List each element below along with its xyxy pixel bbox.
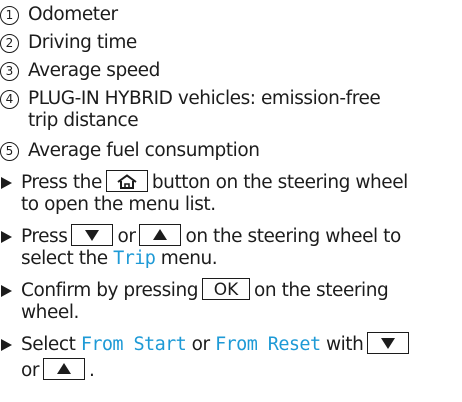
legend-text: Driving time — [28, 32, 137, 53]
step-text: with — [325, 334, 364, 355]
step-text: or — [117, 226, 136, 247]
menu-name-trip: Trip — [113, 248, 156, 269]
ok-button-key: OK — [202, 278, 251, 300]
up-button-key — [43, 358, 86, 380]
step-text: Press — [21, 226, 68, 247]
step-text: menu. — [160, 248, 218, 269]
step-text: or — [191, 334, 210, 355]
number-badge-4: 4 — [0, 90, 19, 109]
down-triangle-icon — [85, 229, 100, 241]
up-triangle-icon — [153, 228, 168, 240]
instruction-page: 1 Odometer 2 Driving time 3 Average spee… — [0, 0, 462, 402]
step-text: Press the — [21, 172, 102, 193]
step-text: Confirm by pressing — [21, 280, 199, 301]
menu-option-from-start: From Start — [80, 334, 187, 355]
home-icon — [117, 173, 137, 189]
legend-text: Average fuel consumption — [28, 140, 260, 161]
legend-text: trip distance — [28, 110, 139, 131]
number-badge-1: 1 — [0, 6, 19, 25]
arrow-bullet-icon — [1, 231, 12, 243]
down-triangle-icon — [381, 337, 396, 349]
home-button-key — [105, 170, 148, 192]
step-text: . — [89, 360, 95, 381]
menu-option-from-reset: From Reset — [215, 334, 321, 355]
legend-text: PLUG-IN HYBRID vehicles: emission-free — [28, 88, 381, 109]
arrow-bullet-icon — [1, 177, 12, 189]
step-text: to open the menu list. — [21, 194, 216, 215]
arrow-bullet-icon — [1, 285, 12, 297]
number-badge-2: 2 — [0, 34, 19, 53]
down-button-key — [367, 332, 410, 354]
number-badge-3: 3 — [0, 62, 19, 81]
step-text: wheel. — [21, 302, 79, 323]
legend-text: Odometer — [28, 4, 118, 25]
arrow-bullet-icon — [1, 339, 12, 351]
step-text: or — [21, 360, 40, 381]
step-text: on the steering wheel to — [185, 226, 401, 247]
number-badge-5: 5 — [0, 142, 19, 161]
step-text: on the steering — [254, 280, 389, 301]
up-button-key — [139, 224, 182, 246]
down-button-key — [71, 224, 114, 246]
step-text: select the — [21, 248, 108, 269]
step-text: Select — [21, 334, 76, 355]
up-triangle-icon — [57, 362, 72, 374]
legend-text: Average speed — [28, 60, 160, 81]
step-text: button on the steering wheel — [151, 172, 408, 193]
